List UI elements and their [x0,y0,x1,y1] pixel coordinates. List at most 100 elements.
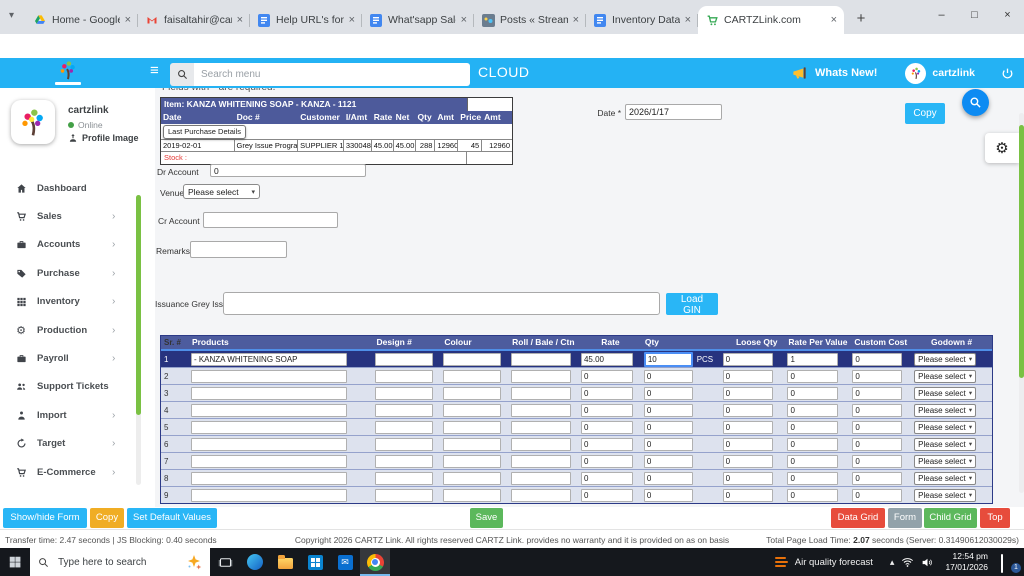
notification-center-icon[interactable]: 1 [1001,555,1018,570]
godown-select[interactable]: Please select▾ [914,404,976,417]
sidebar-scrollbar-thumb[interactable] [136,195,141,415]
colour-input[interactable] [443,370,501,383]
rate-input[interactable] [581,353,633,366]
close-window-button[interactable]: × [991,0,1024,30]
custom-cost-input[interactable] [852,404,902,417]
tab-close-icon[interactable]: × [461,14,467,26]
sidebar-item-inventory[interactable]: Inventory › [0,288,136,316]
roll-bale-ctn-input[interactable] [511,455,571,468]
roll-bale-ctn-input[interactable] [511,421,571,434]
browser-tab[interactable]: Posts « Streamline Syst × [474,6,586,34]
colour-input[interactable] [443,353,501,366]
sidebar-item-support-tickets[interactable]: Support Tickets [0,373,136,401]
dr-account-input[interactable] [210,164,366,177]
whats-new-link[interactable]: Whats New! [815,67,877,79]
godown-select[interactable]: Please select▾ [914,472,976,485]
design-input[interactable] [375,489,433,502]
product-input[interactable] [191,404,347,417]
date-input[interactable] [625,104,722,120]
colour-input[interactable] [443,387,501,400]
minimize-button[interactable]: – [925,0,958,30]
rate-input[interactable] [581,387,633,400]
rate-per-value-input[interactable] [787,404,838,417]
search-icon[interactable] [170,63,194,86]
custom-cost-input[interactable] [852,489,902,502]
design-input[interactable] [375,353,433,366]
custom-cost-input[interactable] [852,455,902,468]
user-avatar[interactable] [905,63,926,84]
sidebar-item-import[interactable]: Import › [0,401,136,429]
copy-button[interactable]: Copy [905,103,945,124]
sidebar-item-sales[interactable]: Sales › [0,202,136,230]
child-grid-button[interactable]: Child Grid [924,508,977,528]
rate-per-value-input[interactable] [787,353,838,366]
godown-select[interactable]: Please select▾ [914,421,976,434]
copy-form-button[interactable]: Copy [90,508,124,528]
browser-tab[interactable]: faisaltahir@cartzlink.co × [138,6,250,34]
qty-input[interactable] [644,404,693,417]
air-quality-text[interactable]: Air quality forecast [795,557,873,568]
profile-avatar[interactable] [11,100,55,144]
godown-select[interactable]: Please select▾ [914,387,976,400]
chrome-taskbar-icon[interactable] [360,548,390,576]
godown-select[interactable]: Please select▾ [914,370,976,383]
design-input[interactable] [375,455,433,468]
colour-input[interactable] [443,489,501,502]
tray-chevron-up-icon[interactable]: ▴ [890,557,895,568]
logout-power-icon[interactable] [1001,67,1014,80]
product-input[interactable] [191,353,347,366]
sidebar-item-purchase[interactable]: Purchase › [0,259,136,287]
issuance-grey-issue-input[interactable] [223,292,660,315]
taskbar-search[interactable] [30,548,210,576]
colour-input[interactable] [443,472,501,485]
design-input[interactable] [375,472,433,485]
design-input[interactable] [375,370,433,383]
rate-input[interactable] [581,404,633,417]
tab-close-icon[interactable]: × [125,14,131,26]
roll-bale-ctn-input[interactable] [511,353,571,366]
new-tab-button[interactable]: + [848,5,874,31]
loose-qty-input[interactable] [723,472,773,485]
taskbar-search-input[interactable] [56,556,179,569]
sidebar-item-target[interactable]: Target › [0,430,136,458]
load-gin-button[interactable]: Load GIN [666,293,718,315]
sidebar-item-payroll[interactable]: Payroll › [0,344,136,372]
custom-cost-input[interactable] [852,421,902,434]
loose-qty-input[interactable] [723,370,773,383]
design-input[interactable] [375,421,433,434]
browser-tab-active[interactable]: CARTZLink.com × [698,6,844,34]
qty-input[interactable] [644,472,693,485]
cr-account-input[interactable] [203,212,338,228]
product-input[interactable] [191,438,347,451]
edge-icon[interactable] [240,548,270,576]
qty-input[interactable] [644,387,693,400]
godown-select[interactable]: Please select▾ [914,353,976,366]
browser-tab[interactable]: Home - Google Drive × [26,6,138,34]
rate-per-value-input[interactable] [787,421,838,434]
settings-gear-button[interactable]: ⚙ [985,133,1019,163]
search-menu-input[interactable] [194,63,470,86]
custom-cost-input[interactable] [852,370,902,383]
wifi-icon[interactable] [901,557,914,568]
roll-bale-ctn-input[interactable] [511,370,571,383]
volume-icon[interactable] [921,557,934,568]
rate-per-value-input[interactable] [787,387,838,400]
hamburger-menu-icon[interactable]: ≡ [150,62,159,79]
sidebar-item-production[interactable]: ⚙ Production › [0,316,136,344]
qty-input[interactable] [644,489,693,502]
taskbar-clock[interactable]: 12:54 pm 17/01/2026 [945,551,988,572]
rate-per-value-input[interactable] [787,370,838,383]
show-hide-form-button[interactable]: Show/hide Form [3,508,87,528]
roll-bale-ctn-input[interactable] [511,438,571,451]
loose-qty-input[interactable] [723,404,773,417]
username-label[interactable]: cartzlink [932,67,975,79]
colour-input[interactable] [443,455,501,468]
colour-input[interactable] [443,438,501,451]
godown-select[interactable]: Please select▾ [914,489,976,502]
tab-close-icon[interactable]: × [237,14,243,26]
colour-input[interactable] [443,404,501,417]
tab-search-icon[interactable]: ▾ [9,10,14,21]
design-input[interactable] [375,404,433,417]
data-grid-button[interactable]: Data Grid [831,508,885,528]
qty-input[interactable] [644,421,693,434]
